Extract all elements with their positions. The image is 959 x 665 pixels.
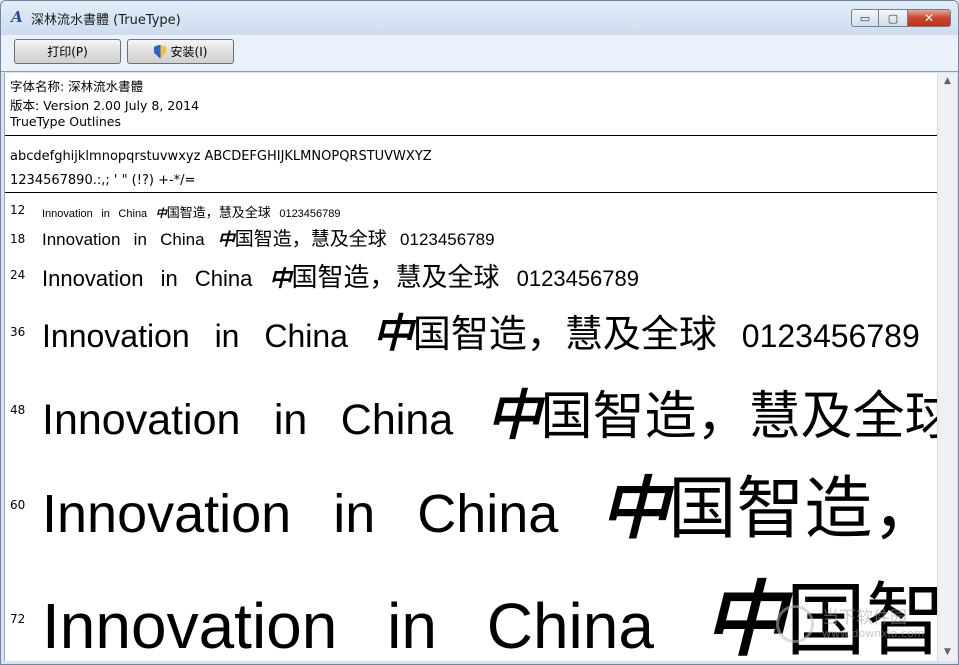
sample-row-60: 60 Innovation in China 中国智造，慧及全球 0123456…	[5, 441, 937, 549]
size-label: 36	[10, 325, 26, 339]
sample-cjk: 国智造，慧及全球	[412, 312, 717, 356]
sample-latin: Innovation in China	[42, 318, 348, 354]
sample-brush-glyph: 中	[703, 572, 786, 661]
charset-letters: abcdefghijklmnopqrstuvwxyz ABCDEFGHIJKLM…	[10, 149, 432, 164]
sample-latin: Innovation in China	[42, 396, 454, 444]
sample-cjk: 国智造，慧及全球	[166, 206, 271, 221]
size-label: 18	[10, 232, 26, 246]
size-label: 72	[10, 612, 26, 626]
sample-text: Innovation in China 中国智造，慧及全球 0123456789	[42, 371, 937, 450]
sample-text: Innovation in China 中国智造，慧及全球 0123456789	[42, 301, 920, 359]
divider	[5, 135, 937, 136]
font-name-line: 字体名称: 深林流水書體	[10, 79, 144, 94]
toolbar: 打印(P) 安装(I)	[1, 35, 958, 72]
sample-latin: Innovation in China	[42, 266, 253, 291]
sample-brush-glyph: 中	[486, 383, 541, 447]
sample-text: Innovation in China 中国智造，慧及全球 0123456789	[42, 224, 495, 251]
sample-row-12: 12 Innovation in China 中国智造，慧及全球 0123456…	[5, 199, 937, 221]
font-version-line: 版本: Version 2.00 July 8, 2014	[10, 98, 200, 113]
size-label: 24	[10, 268, 26, 282]
sample-row-48: 48 Innovation in China 中国智造，慧及全球 0123456…	[5, 363, 937, 447]
size-label: 48	[10, 403, 26, 417]
print-button[interactable]: 打印(P)	[14, 39, 121, 64]
charset-digits: 1234567890.:,; ' " (!?) +-*/=	[10, 173, 196, 188]
sample-latin: Innovation in China	[42, 208, 148, 220]
install-button[interactable]: 安装(I)	[127, 39, 234, 64]
minimize-button[interactable]: ▭	[851, 9, 879, 27]
install-button-label: 安装(I)	[170, 45, 208, 59]
size-label: 12	[10, 203, 26, 217]
sample-digits: 0123456789	[741, 318, 920, 354]
sample-text: Innovation in China 中国智造，慧及全球 0123456789	[42, 202, 341, 221]
close-button[interactable]: ✕	[907, 9, 951, 27]
sample-brush-glyph: 中	[155, 207, 167, 220]
divider	[5, 192, 937, 193]
maximize-icon: ▢	[887, 11, 899, 25]
sample-cjk: 国智造，慧及全球	[540, 387, 937, 447]
sample-digits: 0123456789	[516, 266, 639, 291]
sample-brush-glyph: 中	[269, 266, 292, 292]
maximize-button[interactable]: ▢	[879, 9, 907, 27]
size-label: 60	[10, 498, 26, 512]
sample-digits: 0123456789	[279, 208, 341, 220]
uac-shield-icon	[153, 44, 167, 59]
sample-latin: Innovation in China	[42, 230, 205, 249]
font-type-line: TrueType Outlines	[10, 114, 121, 129]
title-bar[interactable]: A 深林流水書體 (TrueType) ▭ ▢ ✕	[1, 1, 958, 35]
font-a-icon: A	[11, 8, 23, 26]
vertical-scrollbar[interactable]: ▲ ▼	[937, 73, 957, 661]
sample-cjk: 国智造，慧及全球	[291, 263, 500, 293]
print-button-label: 打印(P)	[47, 45, 88, 59]
sample-brush-glyph: 中	[372, 310, 413, 357]
watermark: 当下软件园 www.downxia.com	[776, 601, 946, 651]
minimize-icon: ▭	[859, 11, 871, 25]
sample-cjk: 国智造，慧及全球	[234, 228, 387, 250]
window-title: 深林流水書體 (TrueType)	[31, 13, 181, 28]
sample-latin: Innovation in China	[42, 590, 654, 661]
sample-row-18: 18 Innovation in China 中国智造，慧及全球 0123456…	[5, 223, 937, 251]
close-icon: ✕	[923, 11, 935, 25]
window-controls: ▭ ▢ ✕	[851, 9, 951, 28]
watermark-url: www.downxia.com	[822, 627, 925, 640]
watermark-logo-icon	[776, 605, 814, 643]
sample-brush-glyph: 中	[217, 230, 235, 250]
sample-row-36: 36 Innovation in China 中国智造，慧及全球 0123456…	[5, 297, 937, 357]
font-viewer-window: A 深林流水書體 (TrueType) ▭ ▢ ✕ 打印(P) 安装(I) 字体…	[0, 0, 959, 665]
sample-row-24: 24 Innovation in China 中国智造，慧及全球 0123456…	[5, 255, 937, 293]
scroll-up-icon[interactable]: ▲	[941, 75, 954, 88]
sample-digits: 0123456789	[400, 230, 495, 249]
watermark-site-name: 当下软件园	[822, 608, 907, 628]
sample-text: Innovation in China 中国智造，慧及全球 0123456789	[42, 257, 639, 294]
font-preview-area[interactable]: 字体名称: 深林流水書體 版本: Version 2.00 July 8, 20…	[4, 73, 937, 661]
